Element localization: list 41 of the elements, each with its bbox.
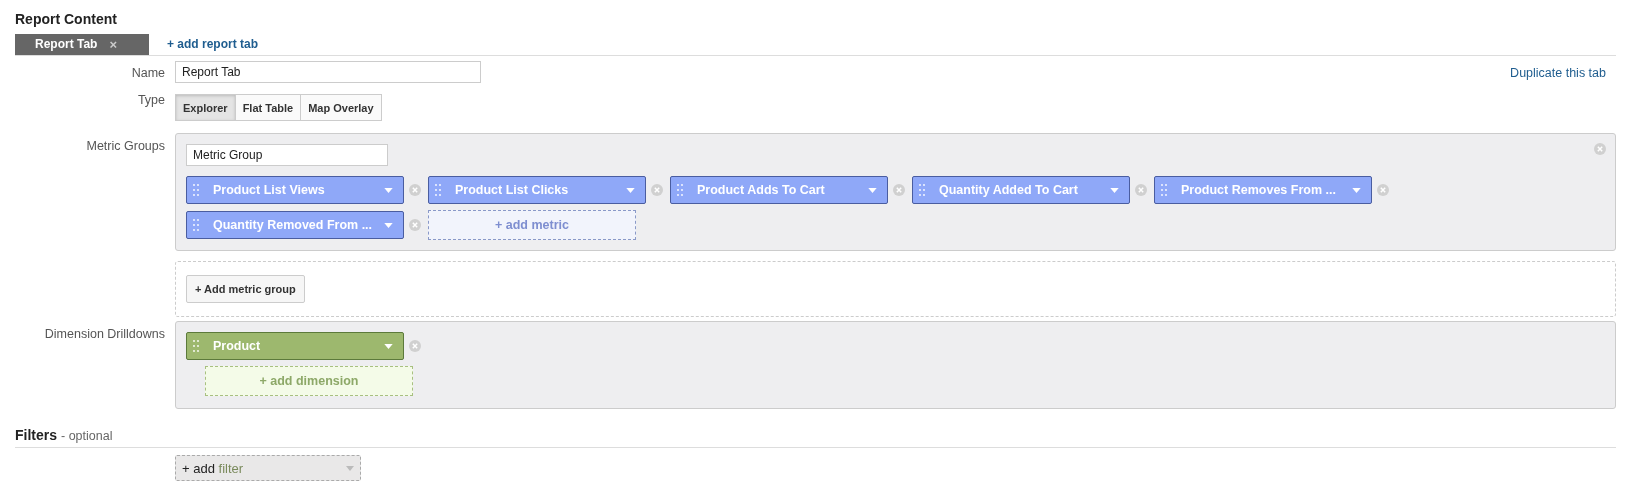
remove-icon[interactable] bbox=[651, 184, 663, 196]
field-label: Type bbox=[136, 92, 166, 109]
section-heading: Report Content bbox=[15, 10, 118, 29]
remove-icon[interactable] bbox=[409, 340, 421, 352]
caret-icon[interactable] bbox=[384, 343, 393, 349]
field-label: Name bbox=[130, 65, 166, 82]
add-filter-dropdown[interactable]: + add filter bbox=[175, 455, 361, 481]
caret-icon[interactable] bbox=[346, 465, 354, 471]
field-label: Metric Groups bbox=[85, 138, 166, 155]
caret-icon[interactable] bbox=[1352, 187, 1361, 193]
optional-note: - optional bbox=[61, 429, 113, 443]
caret-icon[interactable] bbox=[1110, 187, 1119, 193]
field-label: Dimension Drilldowns bbox=[43, 326, 166, 343]
report-tab[interactable]: Report Tab × bbox=[15, 34, 149, 55]
remove-icon[interactable] bbox=[409, 219, 421, 231]
drag-handle-icon[interactable] bbox=[919, 183, 925, 197]
remove-icon[interactable] bbox=[893, 184, 905, 196]
close-icon[interactable]: × bbox=[109, 34, 118, 55]
remove-icon[interactable] bbox=[1377, 184, 1389, 196]
section-heading: Filters bbox=[15, 427, 57, 443]
drag-handle-icon[interactable] bbox=[1161, 183, 1167, 197]
remove-icon[interactable] bbox=[1594, 143, 1606, 155]
caret-icon[interactable] bbox=[384, 187, 393, 193]
add-metric-group-button[interactable]: + Add metric group bbox=[186, 275, 305, 303]
add-tab-link[interactable]: + add report tab bbox=[167, 34, 258, 55]
duplicate-link[interactable]: Duplicate this tab bbox=[1510, 66, 1606, 80]
remove-icon[interactable] bbox=[1135, 184, 1147, 196]
type-button[interactable]: Map Overlay bbox=[300, 94, 382, 121]
drag-handle-icon[interactable] bbox=[677, 183, 683, 197]
type-button[interactable]: Flat Table bbox=[234, 94, 302, 121]
caret-icon[interactable] bbox=[626, 187, 635, 193]
type-button[interactable]: Explorer bbox=[175, 94, 236, 121]
remove-icon[interactable] bbox=[409, 184, 421, 196]
drag-handle-icon[interactable] bbox=[435, 183, 441, 197]
drag-handle-icon[interactable] bbox=[193, 183, 199, 197]
caret-icon[interactable] bbox=[384, 222, 393, 228]
drag-handle-icon[interactable] bbox=[193, 218, 199, 232]
drag-handle-icon[interactable] bbox=[193, 339, 199, 353]
group-name-field[interactable]: Metric Group bbox=[186, 144, 388, 166]
name-field[interactable]: Report Tab bbox=[175, 61, 481, 83]
caret-icon[interactable] bbox=[868, 187, 877, 193]
